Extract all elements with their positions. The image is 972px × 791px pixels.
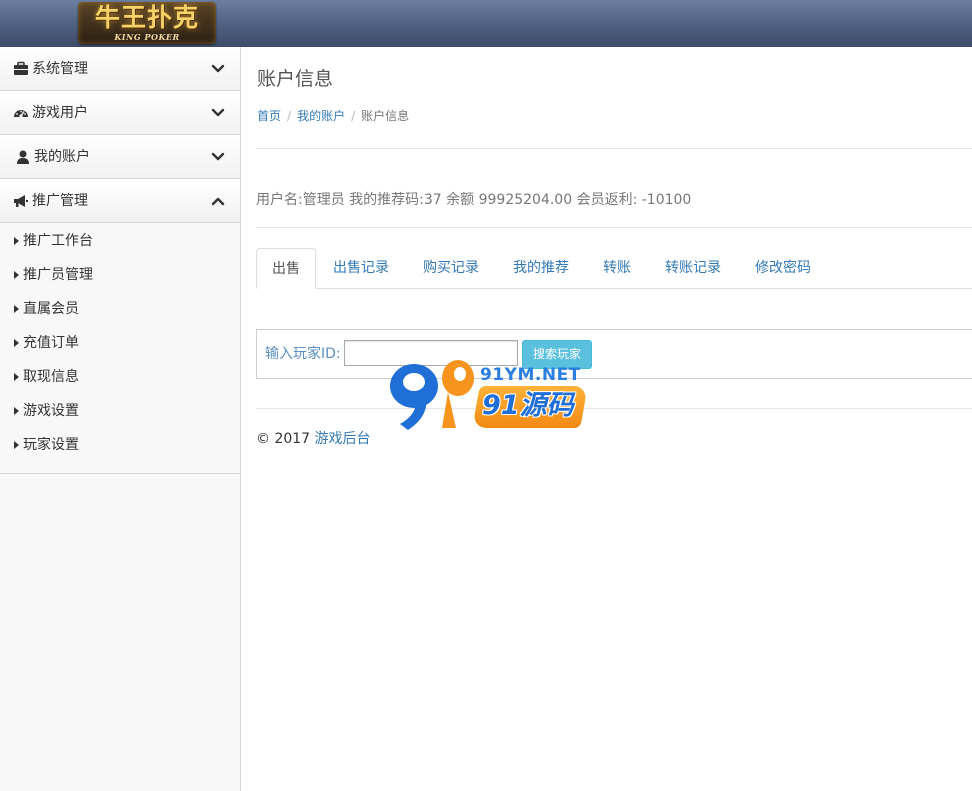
sidebar-item-label: 游戏设置: [23, 403, 79, 419]
player-id-label: 输入玩家ID:: [265, 346, 341, 362]
sidebar-item-label: 玩家设置: [23, 437, 79, 453]
breadcrumb: 首页 / 我的账户 / 账户信息: [257, 108, 409, 124]
main-content: 账户信息 首页 / 我的账户 / 账户信息 用户名:管理员 我的推荐码:37 余额 99…: [241, 47, 972, 791]
caret-right-icon: [14, 339, 19, 347]
sidebar-item-promoter-management[interactable]: 推广员管理: [0, 263, 240, 297]
sidebar-item-label: 充值订单: [23, 335, 79, 351]
briefcase-icon: [14, 61, 28, 75]
sidebar: 系统管理 游戏用户 我的账户 推广管理 推广工作台 推广员管理 直属会员 充值订…: [0, 47, 241, 791]
sidebar-item-label: 取现信息: [23, 369, 79, 385]
player-id-input[interactable]: [344, 340, 518, 366]
page-title: 账户信息: [257, 68, 334, 90]
tab-sell-records[interactable]: 出售记录: [318, 248, 404, 289]
divider: [256, 148, 972, 149]
divider: [256, 408, 972, 409]
promotion-submenu: 推广工作台 推广员管理 直属会员 充值订单 取现信息 游戏设置 玩家设置: [0, 223, 240, 474]
breadcrumb-home-link[interactable]: 首页: [257, 109, 281, 123]
chevron-down-icon: [211, 64, 225, 73]
tab-transfer-records[interactable]: 转账记录: [650, 248, 736, 289]
breadcrumb-my-account-link[interactable]: 我的账户: [297, 109, 345, 123]
divider: [256, 227, 972, 228]
footer: © 2017 游戏后台: [256, 429, 371, 449]
sidebar-group-label: 推广管理: [32, 193, 88, 209]
chevron-down-icon: [211, 108, 225, 117]
sidebar-item-withdrawal-info[interactable]: 取现信息: [0, 365, 240, 399]
caret-right-icon: [14, 237, 19, 245]
logo-subtitle: KING POKER: [114, 32, 180, 42]
tab-sell[interactable]: 出售: [256, 248, 316, 289]
breadcrumb-separator: /: [351, 109, 356, 123]
chevron-down-icon: [211, 152, 225, 161]
tab-transfer[interactable]: 转账: [588, 248, 646, 289]
sidebar-group-my-account[interactable]: 我的账户: [0, 135, 240, 179]
copyright-text: © 2017: [256, 431, 311, 447]
tab-change-password[interactable]: 修改密码: [740, 248, 826, 289]
sidebar-group-label: 系统管理: [32, 61, 88, 77]
sidebar-item-label: 推广工作台: [23, 233, 93, 249]
caret-right-icon: [14, 373, 19, 381]
sidebar-item-recharge-orders[interactable]: 充值订单: [0, 331, 240, 365]
search-player-button[interactable]: 搜索玩家: [522, 340, 592, 369]
user-icon: [17, 150, 29, 164]
tab-my-referrals[interactable]: 我的推荐: [498, 248, 584, 289]
sidebar-group-label: 游戏用户: [32, 105, 88, 121]
footer-game-backend-link[interactable]: 游戏后台: [315, 431, 371, 447]
sidebar-item-game-settings[interactable]: 游戏设置: [0, 399, 240, 433]
account-tabs: 出售 出售记录 购买记录 我的推荐 转账 转账记录 修改密码: [256, 248, 972, 289]
dashboard-icon: [14, 110, 28, 118]
sidebar-group-game-users[interactable]: 游戏用户: [0, 91, 240, 135]
sidebar-group-label: 我的账户: [34, 149, 90, 165]
breadcrumb-current: 账户信息: [361, 109, 410, 123]
sidebar-item-label: 直属会员: [23, 301, 79, 317]
caret-right-icon: [14, 407, 19, 415]
bullhorn-icon: [14, 195, 28, 207]
sidebar-item-direct-members[interactable]: 直属会员: [0, 297, 240, 331]
breadcrumb-separator: /: [287, 109, 292, 123]
chevron-up-icon: [211, 197, 225, 206]
king-poker-logo[interactable]: 牛王扑克 KING POKER: [78, 2, 216, 44]
sidebar-item-promo-workbench[interactable]: 推广工作台: [0, 229, 240, 263]
tab-purchase-records[interactable]: 购买记录: [408, 248, 494, 289]
sidebar-item-label: 推广员管理: [23, 267, 93, 283]
sidebar-item-player-settings[interactable]: 玩家设置: [0, 433, 240, 467]
sidebar-group-promotion[interactable]: 推广管理: [0, 179, 240, 223]
sidebar-group-system[interactable]: 系统管理: [0, 47, 240, 91]
caret-right-icon: [14, 441, 19, 449]
caret-right-icon: [14, 305, 19, 313]
search-player-panel: 输入玩家ID: 搜索玩家: [256, 329, 972, 379]
account-info-text: 用户名:管理员 我的推荐码:37 余额 99925204.00 会员返利: -1…: [256, 192, 692, 208]
caret-right-icon: [14, 271, 19, 279]
logo-title: 牛王扑克: [94, 3, 199, 32]
top-bar: 牛王扑克 KING POKER: [0, 0, 972, 47]
